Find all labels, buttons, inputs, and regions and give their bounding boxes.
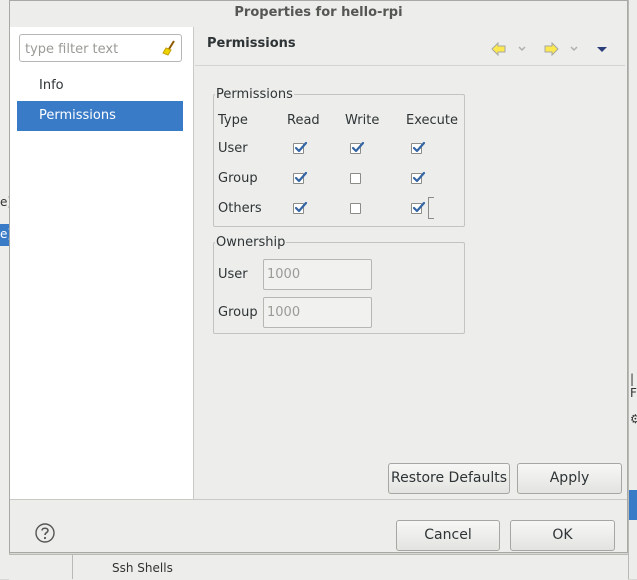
owner-group-label: Group: [218, 305, 258, 320]
header-execute: Execute: [406, 113, 458, 128]
page-header-divider: [195, 65, 625, 66]
checkbox-others-execute[interactable]: [411, 201, 426, 214]
nav-item-permissions[interactable]: Permissions: [17, 101, 183, 131]
background-right-text: | F: [630, 372, 637, 400]
checkmark-icon: [412, 171, 426, 183]
view-menu-icon[interactable]: [596, 41, 608, 57]
row-label-others: Others: [218, 201, 262, 216]
header-type: Type: [218, 113, 248, 128]
checkmark-icon: [294, 141, 308, 153]
checkbox-user-write[interactable]: [350, 141, 365, 154]
clear-filter-icon[interactable]: [161, 40, 177, 56]
help-icon[interactable]: [35, 523, 55, 543]
properties-nav-pane: Info Permissions: [10, 27, 194, 499]
owner-user-label: User: [218, 267, 248, 282]
checkmark-icon: [294, 201, 308, 213]
apply-button[interactable]: Apply: [517, 463, 622, 494]
background-right-selection: [629, 490, 637, 520]
checkbox-user-execute[interactable]: [411, 141, 426, 154]
background-bottom-panel: [9, 554, 628, 580]
owner-user-field[interactable]: [263, 259, 372, 290]
checkbox-others-read[interactable]: [293, 201, 308, 214]
background-divider: [72, 554, 73, 579]
back-history-chevron-icon[interactable]: [516, 41, 528, 57]
filter-field: [19, 34, 182, 62]
back-arrow-icon[interactable]: [490, 41, 508, 57]
checkbox-user-read[interactable]: [293, 141, 308, 154]
cancel-button[interactable]: Cancel: [396, 520, 500, 551]
permissions-group-label: Permissions: [216, 87, 293, 102]
row-label-user: User: [218, 141, 248, 156]
checkmark-icon: [412, 201, 426, 213]
dialog-button-divider: [10, 499, 627, 500]
checkbox-group-read[interactable]: [293, 171, 308, 184]
dialog-title: Properties for hello-rpi: [234, 5, 403, 20]
checkmark-icon: [294, 171, 308, 183]
checkbox-group-write[interactable]: [350, 173, 361, 184]
ownership-group-label: Ownership: [216, 235, 286, 250]
ok-button[interactable]: OK: [510, 520, 615, 551]
checkmark-icon: [412, 141, 426, 153]
focus-indicator: [428, 197, 434, 219]
forward-history-chevron-icon[interactable]: [568, 41, 580, 57]
page-title: Permissions: [207, 36, 296, 51]
header-write: Write: [345, 113, 380, 128]
restore-defaults-button[interactable]: Restore Defaults: [388, 463, 510, 494]
nav-item-info[interactable]: Info: [17, 71, 183, 101]
background-ssh-shells-label: Ssh Shells: [112, 561, 173, 575]
owner-group-field[interactable]: [263, 297, 372, 328]
forward-arrow-icon[interactable]: [542, 41, 560, 57]
row-label-group: Group: [218, 171, 258, 186]
checkbox-others-write[interactable]: [350, 203, 361, 214]
checkmark-icon: [351, 141, 365, 153]
properties-dialog: Properties for hello-rpi Info Permission…: [9, 0, 628, 553]
header-read: Read: [287, 113, 320, 128]
filter-input[interactable]: [23, 38, 157, 60]
background-right-icon: ⚙: [630, 412, 637, 426]
checkbox-group-execute[interactable]: [411, 171, 426, 184]
